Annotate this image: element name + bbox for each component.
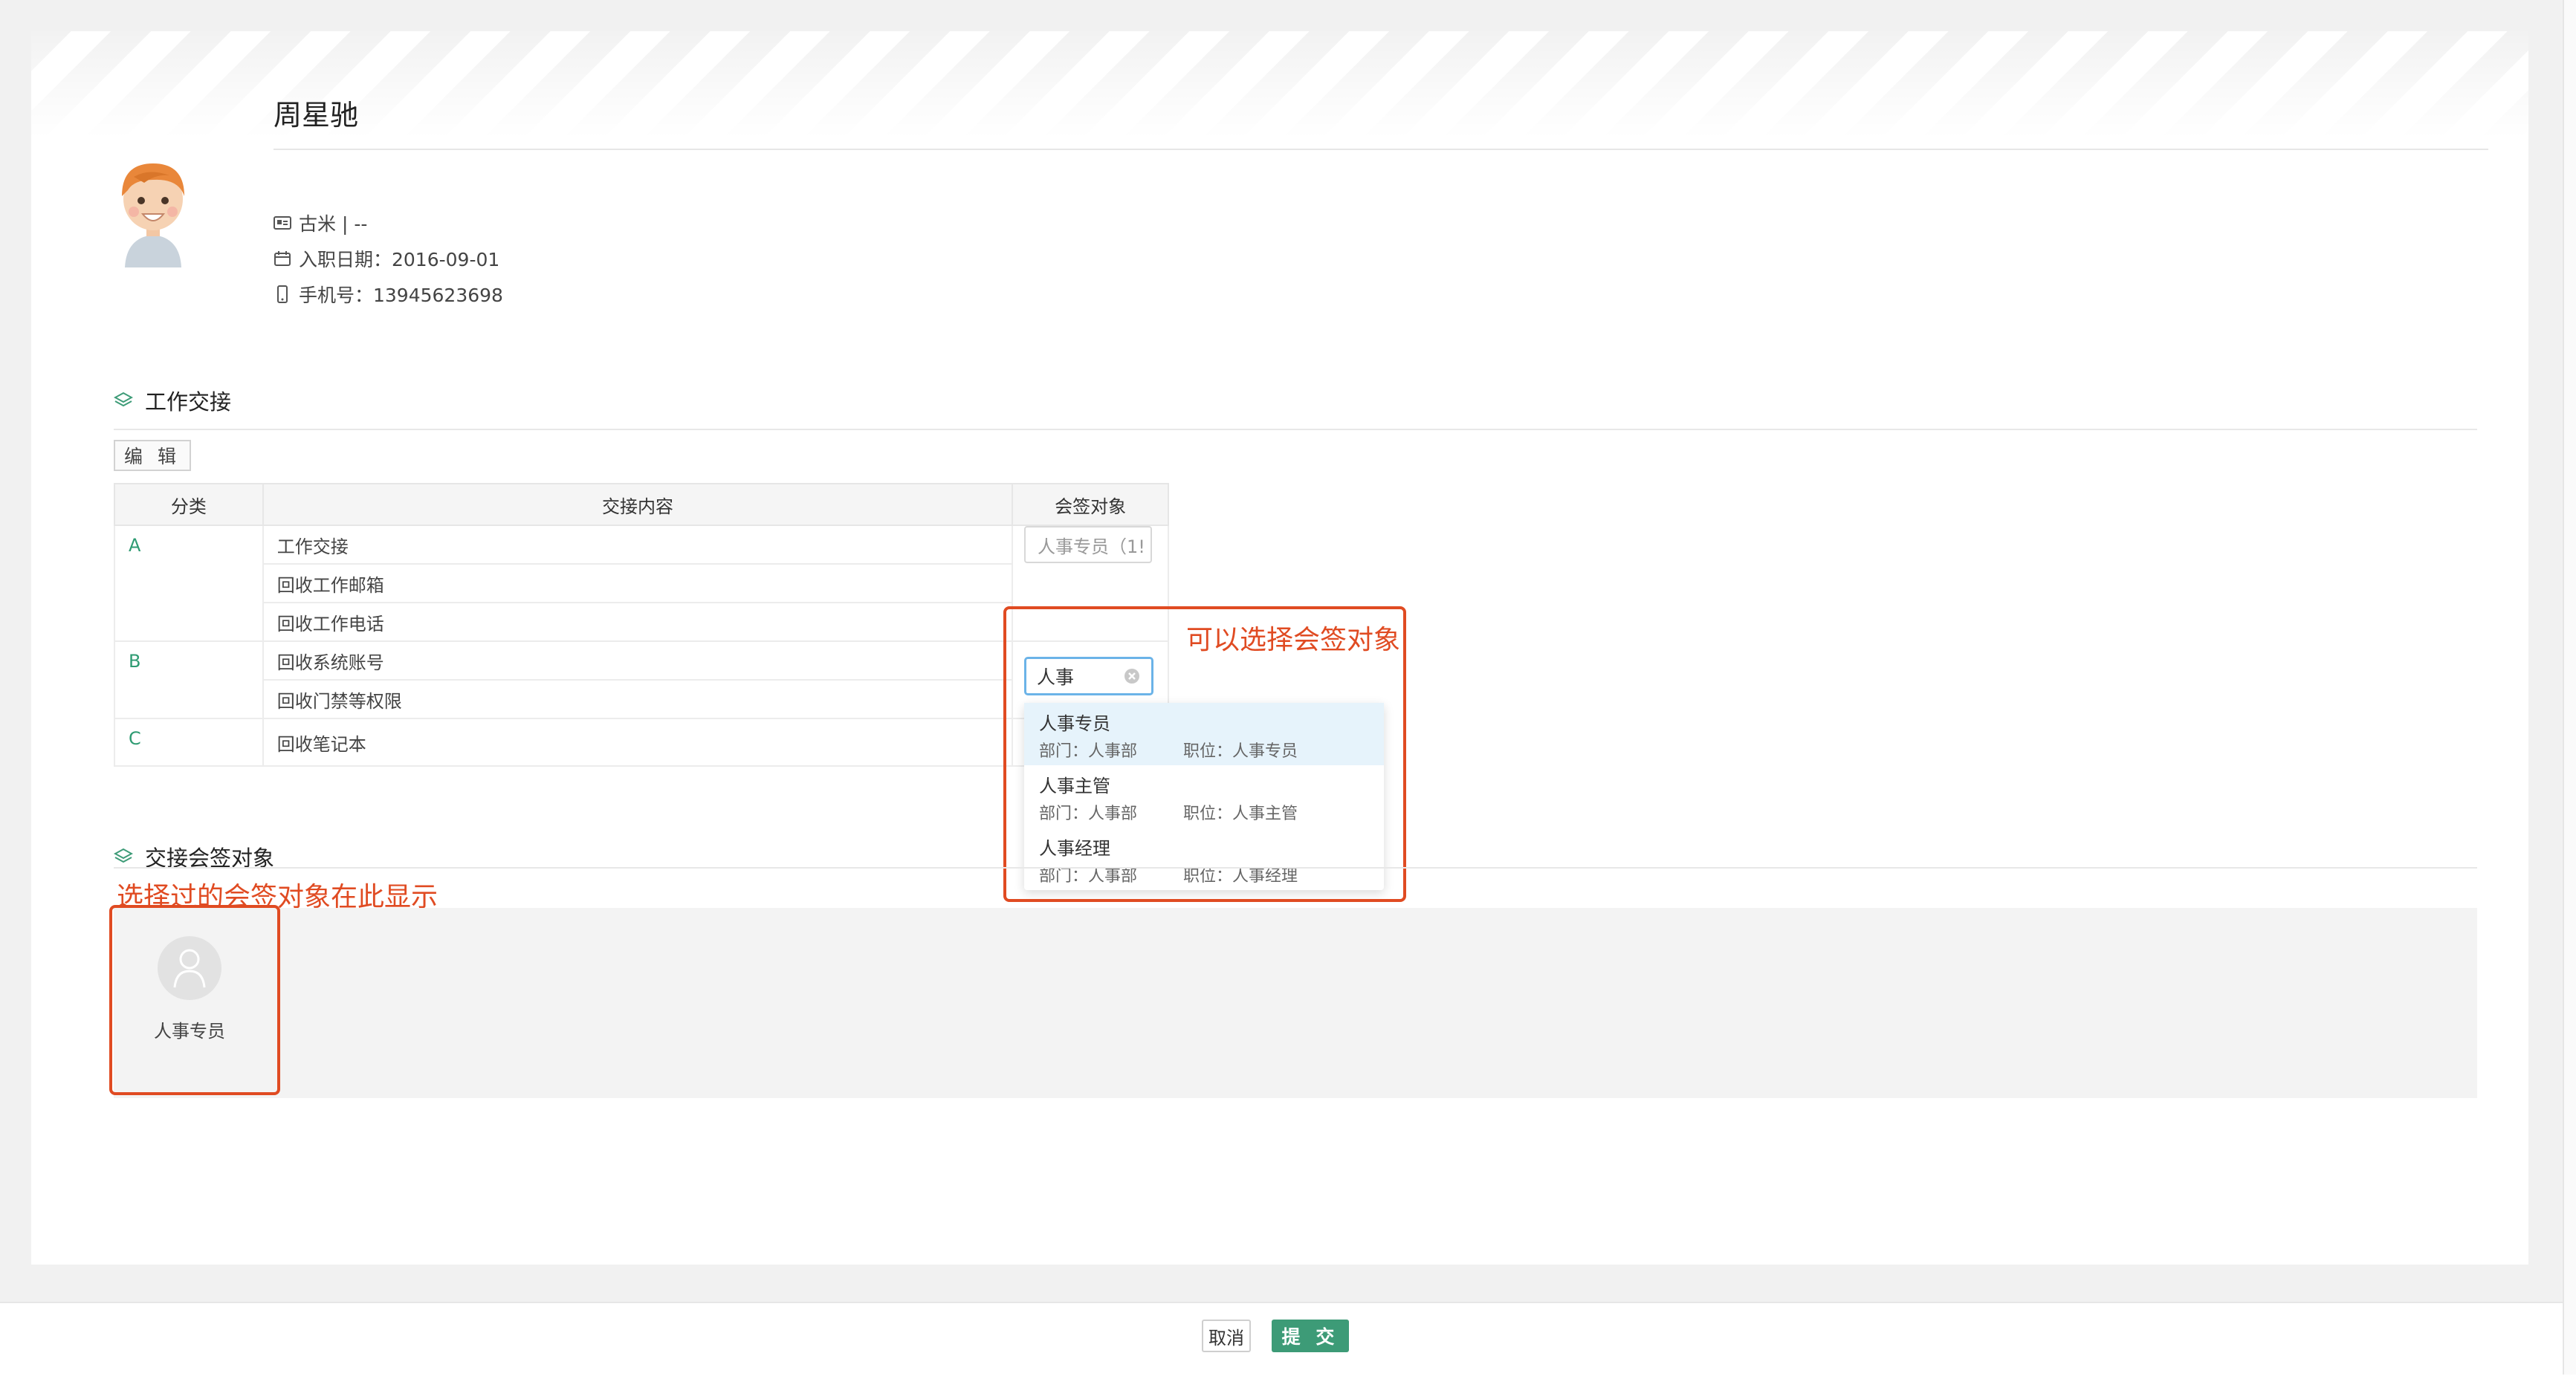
column-header-category: 分类 (114, 483, 264, 526)
category-cell: C (114, 718, 264, 767)
content-cell: 回收系统账号 (262, 640, 1014, 681)
content-cell: 回收工作邮箱 (262, 563, 1014, 603)
annotation-select-hint: 可以选择会签对象 (1186, 625, 1401, 655)
table-row: A 工作交接 (114, 525, 1169, 642)
layers-icon (114, 392, 133, 407)
join-date-row: 入职日期：2016-09-01 (274, 245, 499, 272)
submit-button[interactable]: 提 交 (1272, 1320, 1349, 1352)
annotation-box-selected (109, 905, 280, 1095)
divider (274, 149, 2488, 150)
phone-text: 手机号：13945623698 (299, 285, 503, 306)
table-row: 回收工作邮箱 (114, 563, 1168, 603)
content-cell: 回收笔记本 (262, 718, 1014, 767)
edit-button[interactable]: 编 辑 (114, 440, 191, 471)
content-cell: 回收门禁等权限 (262, 679, 1014, 719)
scrollbar[interactable] (2563, 0, 2576, 1375)
handover-section-header: 工作交接 (114, 385, 231, 416)
company-text: 古米 | -- (299, 213, 368, 235)
handover-section-title: 工作交接 (145, 389, 232, 415)
cancel-button[interactable]: 取消 (1202, 1320, 1251, 1352)
phone-row: 手机号：13945623698 (274, 281, 503, 308)
id-card-icon (274, 216, 291, 230)
divider (114, 429, 2477, 430)
avatar (111, 141, 195, 267)
company-row: 古米 | -- (274, 210, 367, 236)
employee-name: 周星驰 (274, 99, 359, 132)
layers-icon (114, 848, 133, 863)
signer-select-input[interactable]: 人事专员（1! (1024, 526, 1152, 563)
content-cell: 工作交接 (262, 525, 1014, 565)
header-pattern (31, 31, 2528, 139)
category-cell: B (114, 640, 264, 719)
column-header-content: 交接内容 (262, 483, 1014, 526)
calendar-icon (274, 251, 291, 266)
main-card: 周星驰 古米 | -- 入职日期：2016-09-01 手机号：13945623… (31, 31, 2528, 1265)
signers-area: 人事专员 (114, 908, 2477, 1098)
content-cell: 回收工作电话 (262, 602, 1014, 642)
footer-bar: 取消 提 交 (0, 1302, 2576, 1376)
column-header-signer: 会签对象 (1012, 483, 1169, 526)
phone-icon (277, 285, 288, 303)
divider (114, 867, 2477, 869)
category-cell: A (114, 525, 264, 642)
join-date-text: 入职日期：2016-09-01 (299, 249, 500, 270)
